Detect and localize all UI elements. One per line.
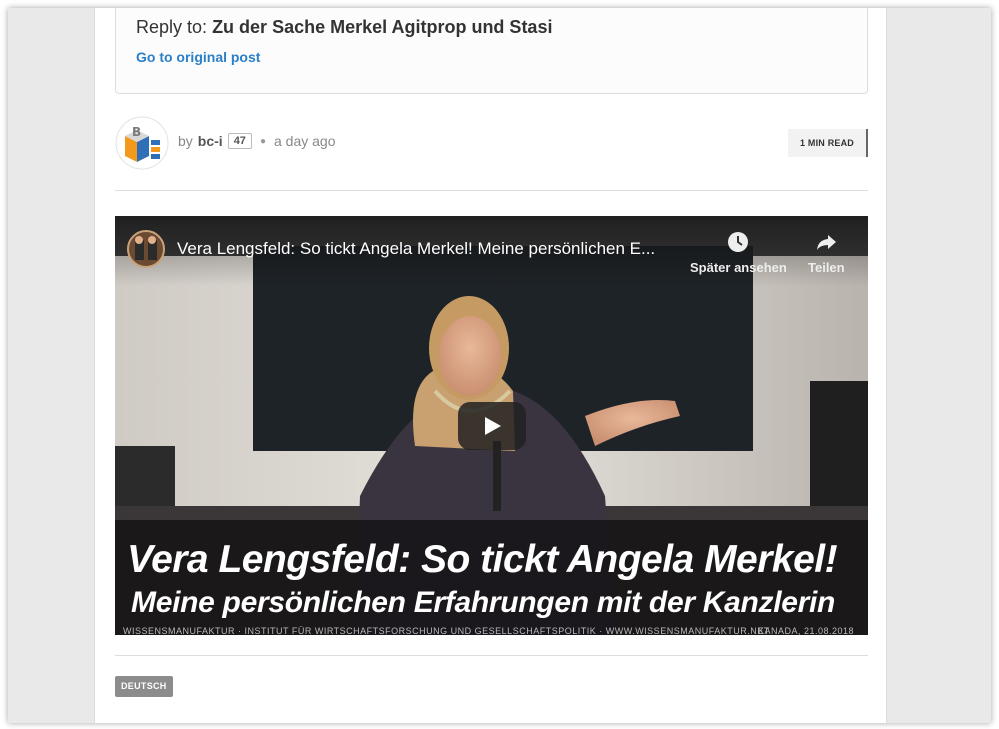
reply-prefix: Reply to:: [136, 17, 208, 37]
play-button[interactable]: [458, 402, 526, 450]
tag-deutsch[interactable]: DEUTSCH: [115, 676, 173, 697]
reputation-badge: 47: [227, 133, 252, 149]
author-name[interactable]: bc-i: [198, 133, 223, 149]
by-label: by: [178, 133, 193, 149]
youtube-embed[interactable]: Vera Lengsfeld: So tickt Angela Merkel! …: [115, 216, 868, 635]
play-icon: [485, 417, 501, 435]
share-button[interactable]: Teilen: [808, 230, 845, 275]
post-page: Reply to: Zu der Sache Merkel Agitprop u…: [94, 8, 887, 723]
go-to-original-post-link[interactable]: Go to original post: [136, 49, 260, 65]
reply-parent-title[interactable]: Zu der Sache Merkel Agitprop und Stasi: [212, 17, 552, 37]
author-avatar[interactable]: B: [115, 116, 169, 170]
post-meta: B by bc-i 47 ● a day ago 1 MIN READ: [115, 116, 868, 172]
thumbnail-footer-text: WISSENSMANUFAKTUR · INSTITUT FÜR WIRTSCH…: [123, 626, 770, 635]
clock-icon: [728, 232, 749, 252]
byline: by bc-i 47 ● a day ago: [178, 133, 335, 149]
watch-later-button[interactable]: Später ansehen: [690, 230, 787, 275]
channel-avatar[interactable]: [127, 230, 165, 268]
separator-dot: ●: [259, 135, 266, 147]
thumbnail-headline: Vera Lengsfeld: So tickt Angela Merkel!: [127, 538, 838, 581]
share-label: Teilen: [808, 260, 845, 275]
share-arrow-icon: [817, 235, 837, 250]
post-time: a day ago: [273, 133, 336, 149]
content-divider: [115, 655, 868, 656]
meta-divider: [115, 190, 868, 191]
video-title[interactable]: Vera Lengsfeld: So tickt Angela Merkel! …: [177, 239, 655, 259]
browser-window: Reply to: Zu der Sache Merkel Agitprop u…: [8, 8, 991, 723]
thumbnail-banner: Vera Lengsfeld: So tickt Angela Merkel! …: [115, 520, 868, 635]
thumbnail-subheadline: Meine persönlichen Erfahrungen mit der K…: [131, 586, 836, 619]
thumbnail-footer-date: KANADA, 21.08.2018: [758, 626, 855, 635]
reply-heading: Reply to: Zu der Sache Merkel Agitprop u…: [136, 17, 552, 38]
thumbnail-footer: WISSENSMANUFAKTUR · INSTITUT FÜR WIRTSCH…: [123, 626, 854, 635]
reply-context-box: Reply to: Zu der Sache Merkel Agitprop u…: [115, 8, 868, 94]
svg-text:B: B: [132, 125, 141, 139]
read-time-badge: 1 MIN READ: [787, 129, 868, 157]
watch-later-label: Später ansehen: [690, 260, 787, 275]
